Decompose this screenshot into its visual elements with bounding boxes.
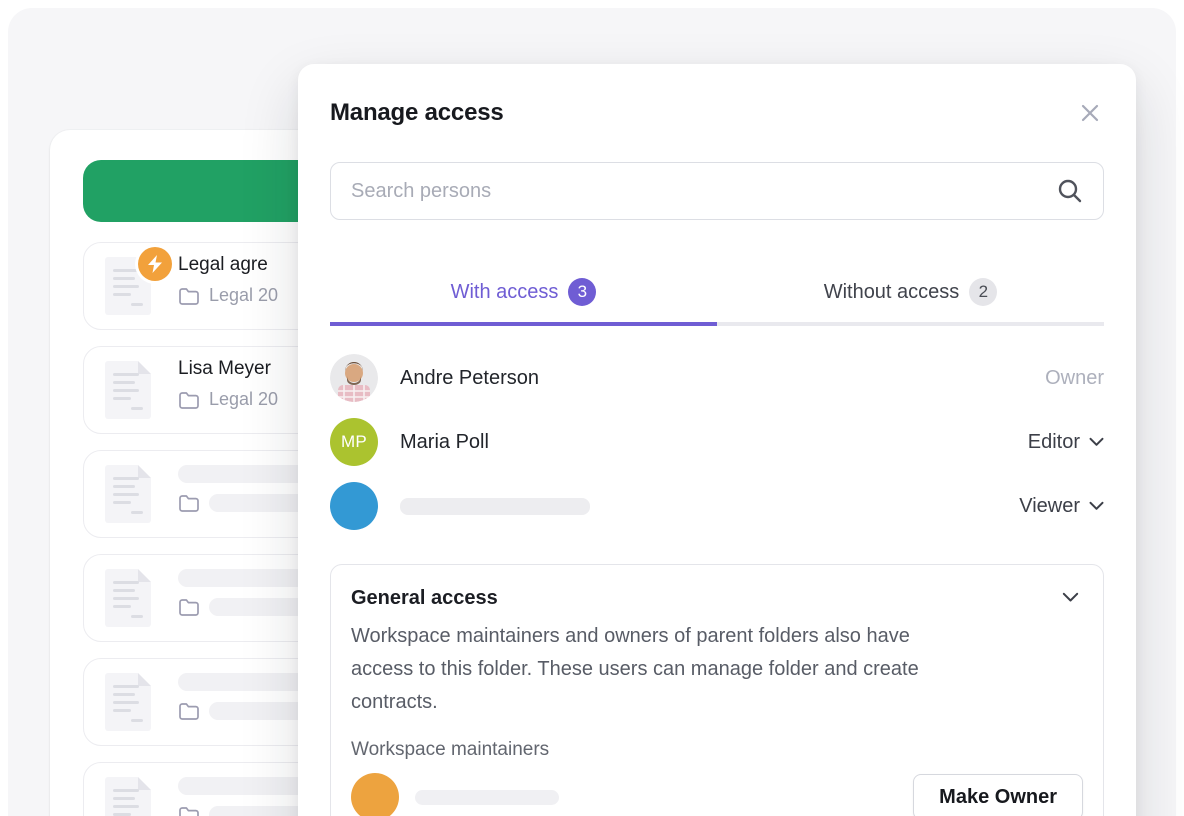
avatar: MP xyxy=(330,418,378,466)
search-icon xyxy=(1057,178,1083,204)
close-icon[interactable] xyxy=(1076,99,1104,127)
tab-count-badge: 2 xyxy=(969,278,997,306)
document-title: Lisa Meyer xyxy=(178,358,271,380)
tab-count-badge: 3 xyxy=(568,278,596,306)
general-access-card: General access Workspace maintainers and… xyxy=(330,564,1104,816)
role-value: Viewer xyxy=(1019,495,1080,518)
make-owner-button[interactable]: Make Owner xyxy=(913,774,1083,816)
lightning-badge-icon xyxy=(138,247,172,281)
general-access-title: General access xyxy=(351,587,498,610)
role-dropdown[interactable]: Editor xyxy=(1028,431,1104,454)
document-folder: Legal 20 xyxy=(209,389,278,410)
member-row: Viewer xyxy=(330,474,1104,538)
tab-without-access[interactable]: Without access 2 xyxy=(717,248,1104,326)
folder-icon xyxy=(178,597,200,616)
general-access-description: Workspace maintainers and owners of pare… xyxy=(351,620,1083,719)
tab-label: With access xyxy=(451,281,559,304)
document-icon xyxy=(105,257,151,315)
folder-icon xyxy=(178,493,200,512)
chevron-down-icon xyxy=(1089,437,1104,447)
tab-label: Without access xyxy=(824,281,960,304)
manage-access-modal: Manage access With access 3 Without acce… xyxy=(298,64,1136,816)
folder-icon xyxy=(178,286,200,305)
search-input[interactable] xyxy=(351,180,1057,203)
access-tabs: With access 3 Without access 2 xyxy=(330,248,1104,326)
document-icon xyxy=(105,465,151,523)
document-icon xyxy=(105,673,151,731)
maintainer-row: Make Owner xyxy=(351,773,1083,816)
modal-title: Manage access xyxy=(330,99,504,127)
role-value: Editor xyxy=(1028,431,1080,454)
avatar xyxy=(351,773,399,816)
chevron-down-icon xyxy=(1089,501,1104,511)
member-row: MP Maria Poll Editor xyxy=(330,410,1104,474)
role-dropdown[interactable]: Viewer xyxy=(1019,495,1104,518)
document-title: Legal agre xyxy=(178,254,268,276)
tab-with-access[interactable]: With access 3 xyxy=(330,248,717,326)
screen: Legal agre Legal 20 Lisa Meyer Legal 20 xyxy=(0,0,1184,816)
document-folder: Legal 20 xyxy=(209,285,278,306)
document-icon xyxy=(105,361,151,419)
document-icon xyxy=(105,569,151,627)
avatar xyxy=(330,482,378,530)
folder-icon xyxy=(178,805,200,816)
members-list: Andre Peterson Owner MP Maria Poll Edito… xyxy=(330,346,1104,538)
member-name-skeleton xyxy=(400,498,590,515)
member-name: Maria Poll xyxy=(400,431,489,454)
folder-icon xyxy=(178,701,200,720)
member-row: Andre Peterson Owner xyxy=(330,346,1104,410)
member-name: Andre Peterson xyxy=(400,367,539,390)
maintainer-name-skeleton xyxy=(415,790,559,805)
document-icon xyxy=(105,777,151,816)
folder-icon xyxy=(178,390,200,409)
avatar xyxy=(330,354,378,402)
search-box xyxy=(330,162,1104,220)
collapse-chevron-icon[interactable] xyxy=(1058,587,1083,610)
workspace-maintainers-label: Workspace maintainers xyxy=(351,739,1083,761)
member-role-label: Owner xyxy=(1045,367,1104,390)
